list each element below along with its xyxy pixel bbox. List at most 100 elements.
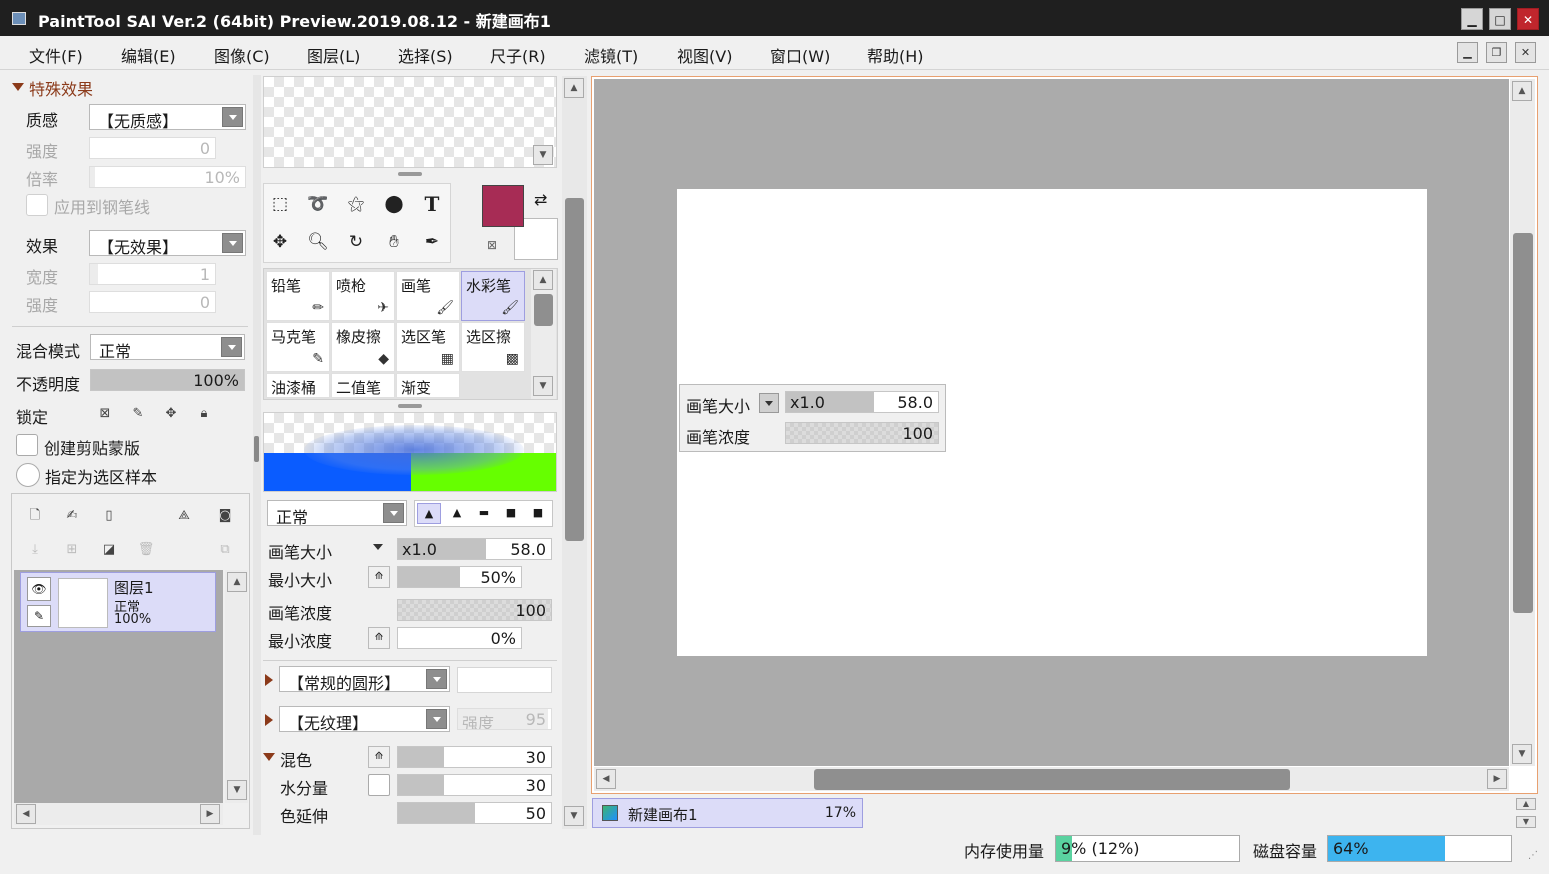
pressure-icon[interactable]: ⟰ xyxy=(368,627,390,649)
shape-flat-round-icon[interactable]: ▬ xyxy=(472,503,496,524)
transparent-color-icon[interactable]: ⊠ xyxy=(487,238,507,256)
visibility-eye-icon[interactable]: 👁︎ xyxy=(27,577,51,601)
menu-layer[interactable]: 图层(L) xyxy=(307,43,360,67)
layer-effect-icon[interactable]: ⟁ xyxy=(171,503,197,529)
menu-filter[interactable]: 滤镜(T) xyxy=(584,43,638,67)
navigator-scroll-down[interactable]: ▼ xyxy=(533,145,553,165)
layer-options-icon[interactable]: ⧉ xyxy=(212,537,238,563)
scroll-down-button[interactable]: ▼ xyxy=(227,780,247,800)
selection-source-radio[interactable] xyxy=(16,463,40,487)
water-slider[interactable]: 30 xyxy=(397,774,552,796)
effect-dropdown[interactable]: 【无效果】 xyxy=(89,230,246,257)
menu-file[interactable]: 文件(F) xyxy=(29,43,83,67)
menu-ruler[interactable]: 尺子(R) xyxy=(490,43,546,67)
collapse-arrow-icon[interactable] xyxy=(263,753,275,761)
scroll-left-button[interactable]: ◀ xyxy=(16,804,36,824)
layer-hscrollbar[interactable] xyxy=(14,803,223,825)
brush-mode-dropdown[interactable]: 正常 xyxy=(267,500,407,527)
new-layer-icon[interactable]: 🗋︎ xyxy=(22,503,48,529)
menu-view[interactable]: 视图(V) xyxy=(677,43,732,67)
rect-select-icon[interactable]: ⬚ xyxy=(263,187,297,221)
scroll-thumb[interactable] xyxy=(534,294,553,326)
clear-layer-icon[interactable]: ◪ xyxy=(96,537,122,563)
menu-window[interactable]: 窗口(W) xyxy=(770,43,830,67)
layer-mask-icon[interactable]: ◙ xyxy=(212,503,238,529)
lock-move-icon[interactable]: ✥ xyxy=(158,401,184,427)
eyedropper-icon[interactable]: ✒ xyxy=(415,225,449,259)
splitter-handle[interactable] xyxy=(254,436,259,462)
layer-list-scrollbar[interactable] xyxy=(225,570,248,803)
brush-eraser[interactable]: 橡皮擦 ◆ xyxy=(331,322,395,372)
add-layer-icon[interactable]: ⊞ xyxy=(59,537,85,563)
brush-texture-dropdown[interactable]: 【无纹理】 xyxy=(279,706,450,733)
blend-mode-dropdown[interactable]: 正常 xyxy=(90,334,245,361)
scroll-thumb[interactable] xyxy=(565,198,584,541)
brush-pencil[interactable]: 铅笔 ✏︎ xyxy=(266,271,330,321)
expand-arrow-icon[interactable] xyxy=(265,714,273,726)
minimize-button[interactable]: ▁ xyxy=(1461,8,1483,30)
min-density-slider[interactable]: 0% xyxy=(397,627,522,649)
scroll-down-button[interactable]: ▼ xyxy=(564,806,584,826)
brush-selerase[interactable]: 选区擦 ▩ xyxy=(461,322,525,372)
overlay-density-slider[interactable]: 100 xyxy=(785,422,939,444)
shape-flat-icon[interactable]: ■ xyxy=(499,503,523,524)
brush-airbrush[interactable]: 喷枪 ✈︎ xyxy=(331,271,395,321)
pressure-icon[interactable]: ⟰ xyxy=(368,746,390,768)
resize-grip[interactable] xyxy=(398,404,422,408)
rotate-icon[interactable]: ↻ xyxy=(339,225,373,259)
chevron-down-icon[interactable] xyxy=(373,544,383,550)
brush-shape-dropdown[interactable]: 【常规的圆形】 xyxy=(279,666,450,693)
scroll-left-button[interactable]: ◀ xyxy=(596,769,616,789)
brush-bucket[interactable]: 油漆桶 xyxy=(266,373,330,398)
resize-grip-icon[interactable]: ⋰ xyxy=(1528,850,1538,861)
tab-scroll-down[interactable]: ▼ xyxy=(1516,816,1536,828)
layer-row[interactable]: 👁︎ ✎ 图层1 正常 100% xyxy=(20,572,216,632)
scroll-thumb[interactable] xyxy=(1513,233,1533,613)
lock-transparency-icon[interactable]: ⊠ xyxy=(92,401,118,427)
scroll-up-button[interactable]: ▲ xyxy=(533,270,553,290)
clip-mask-checkbox[interactable] xyxy=(16,434,38,456)
strength2-slider[interactable]: 0 xyxy=(89,291,216,313)
scroll-up-button[interactable]: ▲ xyxy=(227,572,247,592)
new-folder-icon[interactable]: ▯ xyxy=(96,503,122,529)
lock-all-icon[interactable]: 🔒︎ xyxy=(191,401,217,427)
text-tool-icon[interactable]: T xyxy=(415,187,449,221)
brush-gradient[interactable]: 渐变 xyxy=(396,373,460,398)
collapse-arrow-icon[interactable] xyxy=(12,83,24,91)
hand-icon[interactable]: ✋︎ xyxy=(377,225,411,259)
shape-sharp-icon[interactable]: ▲ xyxy=(417,503,441,524)
texture-dropdown[interactable]: 【无质感】 xyxy=(89,104,246,131)
overlay-size-dropdown[interactable] xyxy=(759,393,779,413)
density-slider[interactable]: 100 xyxy=(397,599,552,621)
brush-selpen[interactable]: 选区笔 ▦ xyxy=(396,322,460,372)
rate-slider[interactable]: 10% xyxy=(89,166,246,188)
shape-round-icon[interactable]: ▲ xyxy=(445,503,469,524)
doc-restore-button[interactable]: ❐ xyxy=(1486,42,1507,63)
swap-colors-icon[interactable]: ⇄ xyxy=(534,190,547,209)
width-slider[interactable]: 1 xyxy=(89,263,216,285)
scroll-up-button[interactable]: ▲ xyxy=(1512,81,1532,101)
menu-select[interactable]: 选择(S) xyxy=(398,43,453,67)
canvas-tab[interactable]: 新建画布1 17% xyxy=(592,798,863,828)
move-icon[interactable]: ✥ xyxy=(263,225,297,259)
magic-wand-icon[interactable]: ⚝ xyxy=(339,187,373,221)
delete-layer-icon[interactable]: 🗑︎ xyxy=(133,537,159,563)
scroll-right-button[interactable]: ▶ xyxy=(200,804,220,824)
scroll-down-button[interactable]: ▼ xyxy=(1512,744,1532,764)
menu-edit[interactable]: 编辑(E) xyxy=(121,43,176,67)
mix-slider[interactable]: 30 xyxy=(397,746,552,768)
lasso-icon[interactable]: ➰ xyxy=(301,187,335,221)
pencil-icon[interactable]: ✎ xyxy=(27,605,51,627)
brush-size-slider[interactable]: x1.0 58.0 xyxy=(397,538,552,560)
shape-strength-field[interactable] xyxy=(457,667,552,693)
menu-image[interactable]: 图像(C) xyxy=(214,43,270,67)
texture-strength-slider[interactable]: 强度 95 xyxy=(457,708,552,730)
scroll-down-button[interactable]: ▼ xyxy=(533,376,553,396)
overlay-size-slider[interactable]: x1.0 58.0 xyxy=(785,391,939,413)
new-linework-layer-icon[interactable]: ✍︎ xyxy=(59,503,85,529)
scroll-thumb[interactable] xyxy=(814,769,1290,790)
shape-square-icon[interactable]: ■ xyxy=(526,503,550,524)
min-size-slider[interactable]: 50% xyxy=(397,566,522,588)
navigator-preview[interactable] xyxy=(263,76,557,168)
brush-marker[interactable]: 马克笔 ✎ xyxy=(266,322,330,372)
